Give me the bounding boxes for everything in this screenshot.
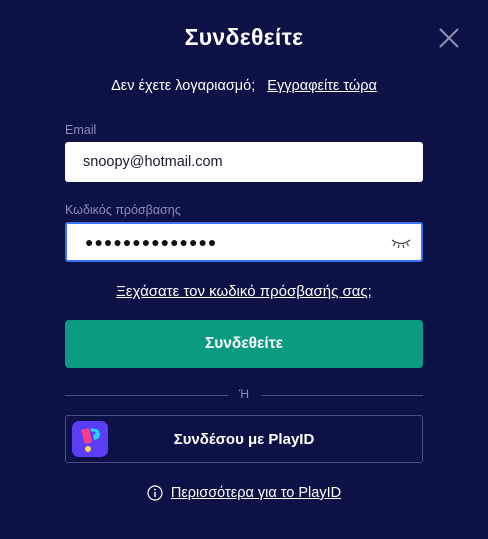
password-field[interactable]: ●●●●●●●●●●●●●● xyxy=(65,222,423,262)
divider-line-right xyxy=(262,395,423,396)
forgot-password-link[interactable]: Ξεχάσατε τον κωδικό πρόσβασής σας; xyxy=(0,283,488,300)
modal-title: Συνδεθείτε xyxy=(184,24,304,50)
login-button-label: Συνδεθείτε xyxy=(204,335,283,352)
divider-text: Ή xyxy=(238,387,250,401)
eye-closed-icon[interactable] xyxy=(391,236,411,250)
more-info-row: Περισσότερα για το PlayID xyxy=(0,485,488,501)
email-value: snoopy@hotmail.com xyxy=(83,154,223,170)
playid-button-label: Συνδέσου με PlayID xyxy=(173,430,315,448)
email-field[interactable]: snoopy@hotmail.com xyxy=(65,142,423,182)
close-icon[interactable] xyxy=(438,27,460,49)
email-label: Email xyxy=(65,123,97,137)
password-value: ●●●●●●●●●●●●●● xyxy=(85,234,218,250)
info-icon xyxy=(147,485,163,501)
login-modal: Συνδεθείτε Δεν έχετε λογαριασμό; Εγγραφε… xyxy=(0,0,488,539)
playid-login-button[interactable]: Συνδέσου με PlayID xyxy=(65,415,423,463)
signup-question: Δεν έχετε λογαριασμό; xyxy=(111,78,256,94)
more-info-link[interactable]: Περισσότερα για το PlayID xyxy=(171,485,341,501)
password-label: Κωδικός πρόσβασης xyxy=(65,203,181,217)
signup-prompt: Δεν έχετε λογαριασμό; Εγγραφείτε τώρα xyxy=(0,78,488,94)
signup-link[interactable]: Εγγραφείτε τώρα xyxy=(267,78,377,94)
login-button[interactable]: Συνδεθείτε xyxy=(65,320,423,368)
